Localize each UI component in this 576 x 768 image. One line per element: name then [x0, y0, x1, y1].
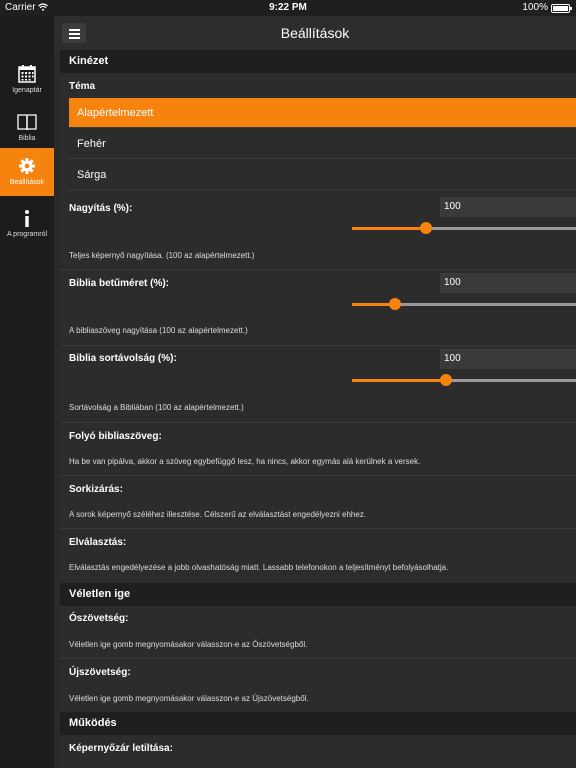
flowing-label: Folyó bibliaszöveg:: [69, 431, 162, 442]
zoom-slider[interactable]: [352, 222, 576, 234]
theme-block: Téma Alapértelmezett Fehér Sárga: [60, 73, 576, 195]
theme-option-default[interactable]: Alapértelmezett: [69, 98, 576, 128]
top-bar: Beállítások: [54, 16, 576, 50]
zoom-block: Nagyítás (%): 100 Teljes képernyő nagyít…: [60, 195, 576, 269]
theme-option-yellow[interactable]: Sárga: [69, 160, 576, 190]
settings-content[interactable]: Kinézet Téma Alapértelmezett Fehér Sárga…: [60, 50, 576, 768]
linespacing-slider[interactable]: [352, 374, 576, 386]
slider-fill: [352, 379, 447, 382]
linespacing-description: Sortávolság a Bibliában (100 az alapérte…: [69, 403, 244, 412]
lock-block[interactable]: Képernyőzár letiltása:: [60, 735, 576, 768]
nt-description: Véletlen ige gomb megnyomásakor válasszo…: [69, 694, 309, 703]
gear-icon: [19, 158, 35, 174]
nt-block[interactable]: Újszövetség: Véletlen ige gomb megnyomás…: [60, 659, 576, 712]
sidebar-item-calendar[interactable]: Igenaptár: [0, 56, 54, 104]
justify-label: Sorkizárás:: [69, 484, 123, 495]
ot-label: Ószövetség:: [69, 613, 129, 624]
book-icon: [17, 114, 37, 131]
sidebar-item-label: Igenaptár: [12, 87, 42, 94]
hyphen-label: Elválasztás:: [69, 537, 127, 548]
fontsize-block: Biblia betűméret (%): 100 A bibliaszöveg…: [60, 270, 576, 345]
hyphen-block[interactable]: Elválasztás: Elválasztás engedélyezése a…: [60, 529, 576, 583]
flowing-description: Ha be van pipálva, akkor a szöveg egybef…: [69, 457, 421, 466]
sidebar-item-label: Biblia: [18, 135, 36, 142]
info-icon: [25, 210, 29, 227]
battery-icon: [551, 4, 572, 13]
page-title: Beállítások: [280, 25, 350, 41]
zoom-label: Nagyítás (%):: [69, 203, 133, 214]
zoom-input[interactable]: 100: [440, 197, 576, 217]
clock: 9:22 PM: [269, 2, 307, 13]
hyphen-description: Elválasztás engedélyezése a jobb olvasha…: [69, 563, 449, 572]
linespacing-block: Biblia sortávolság (%): 100 Sortávolság …: [60, 346, 576, 422]
flowing-block[interactable]: Folyó bibliaszöveg: Ha be van pipálva, a…: [60, 423, 576, 475]
theme-label: Téma: [69, 81, 96, 92]
justify-description: A sorok képernyő széléhez illesztése. Cé…: [69, 510, 367, 519]
nt-label: Újszövetség:: [69, 667, 131, 678]
theme-option-white[interactable]: Fehér: [69, 129, 576, 159]
justify-block[interactable]: Sorkizárás: A sorok képernyő széléhez il…: [60, 476, 576, 528]
ot-block[interactable]: Ószövetség: Véletlen ige gomb megnyomása…: [60, 606, 576, 658]
slider-fill: [352, 227, 426, 230]
ot-description: Véletlen ige gomb megnyomásakor válasszo…: [69, 640, 308, 649]
sidebar-item-settings[interactable]: Beállítások: [0, 148, 54, 196]
section-behavior: Működés: [60, 712, 576, 735]
fontsize-input[interactable]: 100: [440, 273, 576, 293]
zoom-description: Teljes képernyő nagyítása. (100 az alapé…: [69, 251, 255, 260]
slider-thumb[interactable]: [440, 374, 453, 386]
fontsize-slider[interactable]: [352, 298, 576, 310]
linespacing-input[interactable]: 100: [440, 349, 576, 369]
sidebar-item-about[interactable]: A programról: [0, 200, 54, 248]
sidebar-item-label: A programról: [6, 231, 48, 238]
slider-thumb[interactable]: [388, 298, 401, 310]
section-random: Véletlen ige: [60, 583, 576, 606]
linespacing-label: Biblia sortávolság (%):: [69, 353, 177, 364]
section-appearance: Kinézet: [60, 50, 576, 73]
lock-label: Képernyőzár letiltása:: [69, 743, 173, 754]
battery-percent: 100%: [522, 2, 548, 13]
fontsize-description: A bibliaszöveg nagyítása (100 az alapért…: [69, 326, 248, 335]
fontsize-label: Biblia betűméret (%):: [69, 278, 170, 289]
calendar-icon: [18, 65, 36, 83]
sidebar-item-label: Beállítások: [9, 179, 45, 186]
sidebar: Igenaptár Biblia Beállítások A programró…: [0, 16, 54, 768]
sidebar-item-bible[interactable]: Biblia: [0, 104, 54, 152]
slider-thumb[interactable]: [419, 222, 432, 234]
status-bar: Carrier 9:22 PM 100%: [0, 0, 576, 16]
